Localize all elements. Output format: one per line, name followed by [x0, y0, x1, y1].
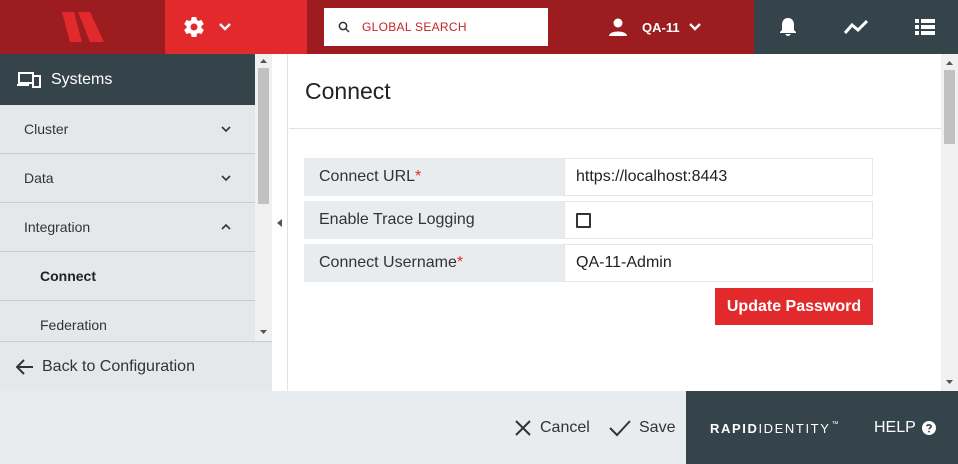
required-mark: *	[415, 168, 422, 185]
logo-icon	[61, 12, 104, 42]
sidebar-scrollbar[interactable]	[255, 54, 272, 341]
user-name: QA-11	[642, 19, 680, 35]
help-label: HELP	[874, 418, 916, 436]
top-actions	[754, 0, 958, 54]
connect-username-label: Connect Username *	[304, 244, 564, 282]
enable-trace-logging-row: Enable Trace Logging	[304, 201, 873, 239]
search-icon	[338, 21, 350, 33]
help-icon	[921, 420, 936, 435]
field-label: Connect Username	[319, 254, 457, 271]
chevron-up-icon	[221, 223, 231, 230]
chevron-down-icon	[221, 175, 231, 182]
chevron-down-icon	[688, 23, 701, 31]
connect-url-label: Connect URL *	[304, 158, 564, 196]
connect-username-field[interactable]: QA-11-Admin	[564, 244, 873, 282]
close-icon	[515, 419, 531, 436]
sidebar-item-cluster[interactable]: Cluster	[0, 105, 255, 154]
logo[interactable]	[0, 0, 165, 54]
scrollbar-thumb[interactable]	[944, 70, 955, 144]
required-mark: *	[456, 254, 464, 271]
sidebar-header: Systems	[0, 54, 255, 105]
list-icon	[915, 19, 935, 35]
sidebar-title: Systems	[51, 70, 113, 88]
field-label: Connect URL	[319, 168, 416, 185]
help-button[interactable]: HELP	[874, 391, 936, 464]
brand-light: IDENTITY	[758, 421, 831, 436]
sidebar-item-integration[interactable]: Integration	[0, 203, 255, 252]
page-title: Connect	[305, 78, 391, 104]
enable-trace-logging-checkbox[interactable]	[576, 212, 591, 228]
enable-trace-logging-cell	[564, 201, 873, 239]
sidebar-item-label: Integration	[24, 219, 91, 235]
connect-url-field[interactable]: https://localhost:8443	[564, 158, 873, 196]
brand-logo: RAPIDIDENTITY™	[710, 421, 840, 436]
sidebar-item-label: Data	[24, 170, 54, 186]
scroll-down-icon	[260, 330, 267, 334]
top-bar: QA-11	[0, 0, 958, 54]
update-password-button[interactable]: Update Password	[715, 288, 873, 325]
gear-icon	[184, 17, 204, 38]
field-label: Enable Trace Logging	[319, 211, 475, 228]
brand-bold: RAPID	[710, 421, 759, 436]
connect-username-row: Connect Username * QA-11-Admin	[304, 244, 873, 282]
user-menu[interactable]: QA-11	[608, 0, 702, 54]
scrollbar-thumb[interactable]	[258, 68, 269, 204]
back-to-configuration-button[interactable]: Back to Configuration	[0, 341, 272, 391]
activity-button[interactable]	[836, 0, 876, 54]
sidebar-item-label: Cluster	[24, 121, 69, 137]
activity-icon	[844, 19, 868, 34]
main-content: Connect Connect URL * https://localhost:8…	[289, 54, 941, 391]
chevron-down-icon	[219, 23, 231, 31]
global-search[interactable]	[324, 8, 548, 46]
check-icon	[609, 419, 631, 436]
brand-tm: ™	[831, 421, 841, 428]
list-button[interactable]	[905, 0, 945, 54]
sidebar: Systems Cluster Data Integration Connect…	[0, 54, 272, 391]
brand-panel: RAPIDIDENTITY™ HELP	[686, 391, 958, 464]
connect-url-row: Connect URL * https://localhost:8443	[304, 158, 873, 196]
notifications-button[interactable]	[768, 0, 808, 54]
save-button[interactable]: Save	[609, 391, 675, 464]
sidebar-item-data[interactable]: Data	[0, 154, 255, 203]
global-search-input[interactable]	[362, 20, 532, 34]
sidebar-item-connect[interactable]: Connect	[0, 252, 255, 301]
caret-left-icon	[276, 218, 282, 227]
sidebar-collapse-toggle[interactable]	[272, 54, 288, 391]
save-label: Save	[639, 418, 676, 436]
settings-menu-button[interactable]	[165, 0, 307, 54]
arrow-left-icon	[16, 358, 33, 375]
bell-icon	[780, 18, 796, 36]
main-scrollbar[interactable]	[941, 54, 958, 391]
chevron-down-icon	[221, 126, 231, 133]
footer: Cancel Save	[0, 391, 686, 464]
sidebar-item-label: Federation	[40, 317, 107, 333]
enable-trace-logging-label: Enable Trace Logging	[304, 201, 564, 239]
devices-icon	[17, 71, 41, 88]
cancel-button[interactable]: Cancel	[514, 391, 590, 464]
scroll-up-icon	[946, 61, 953, 65]
divider	[289, 128, 941, 129]
back-label: Back to Configuration	[42, 357, 195, 375]
scroll-down-icon	[946, 380, 953, 384]
sidebar-item-label: Connect	[40, 268, 96, 284]
scroll-up-icon	[260, 59, 267, 63]
cancel-label: Cancel	[540, 418, 590, 436]
user-icon	[609, 18, 627, 36]
